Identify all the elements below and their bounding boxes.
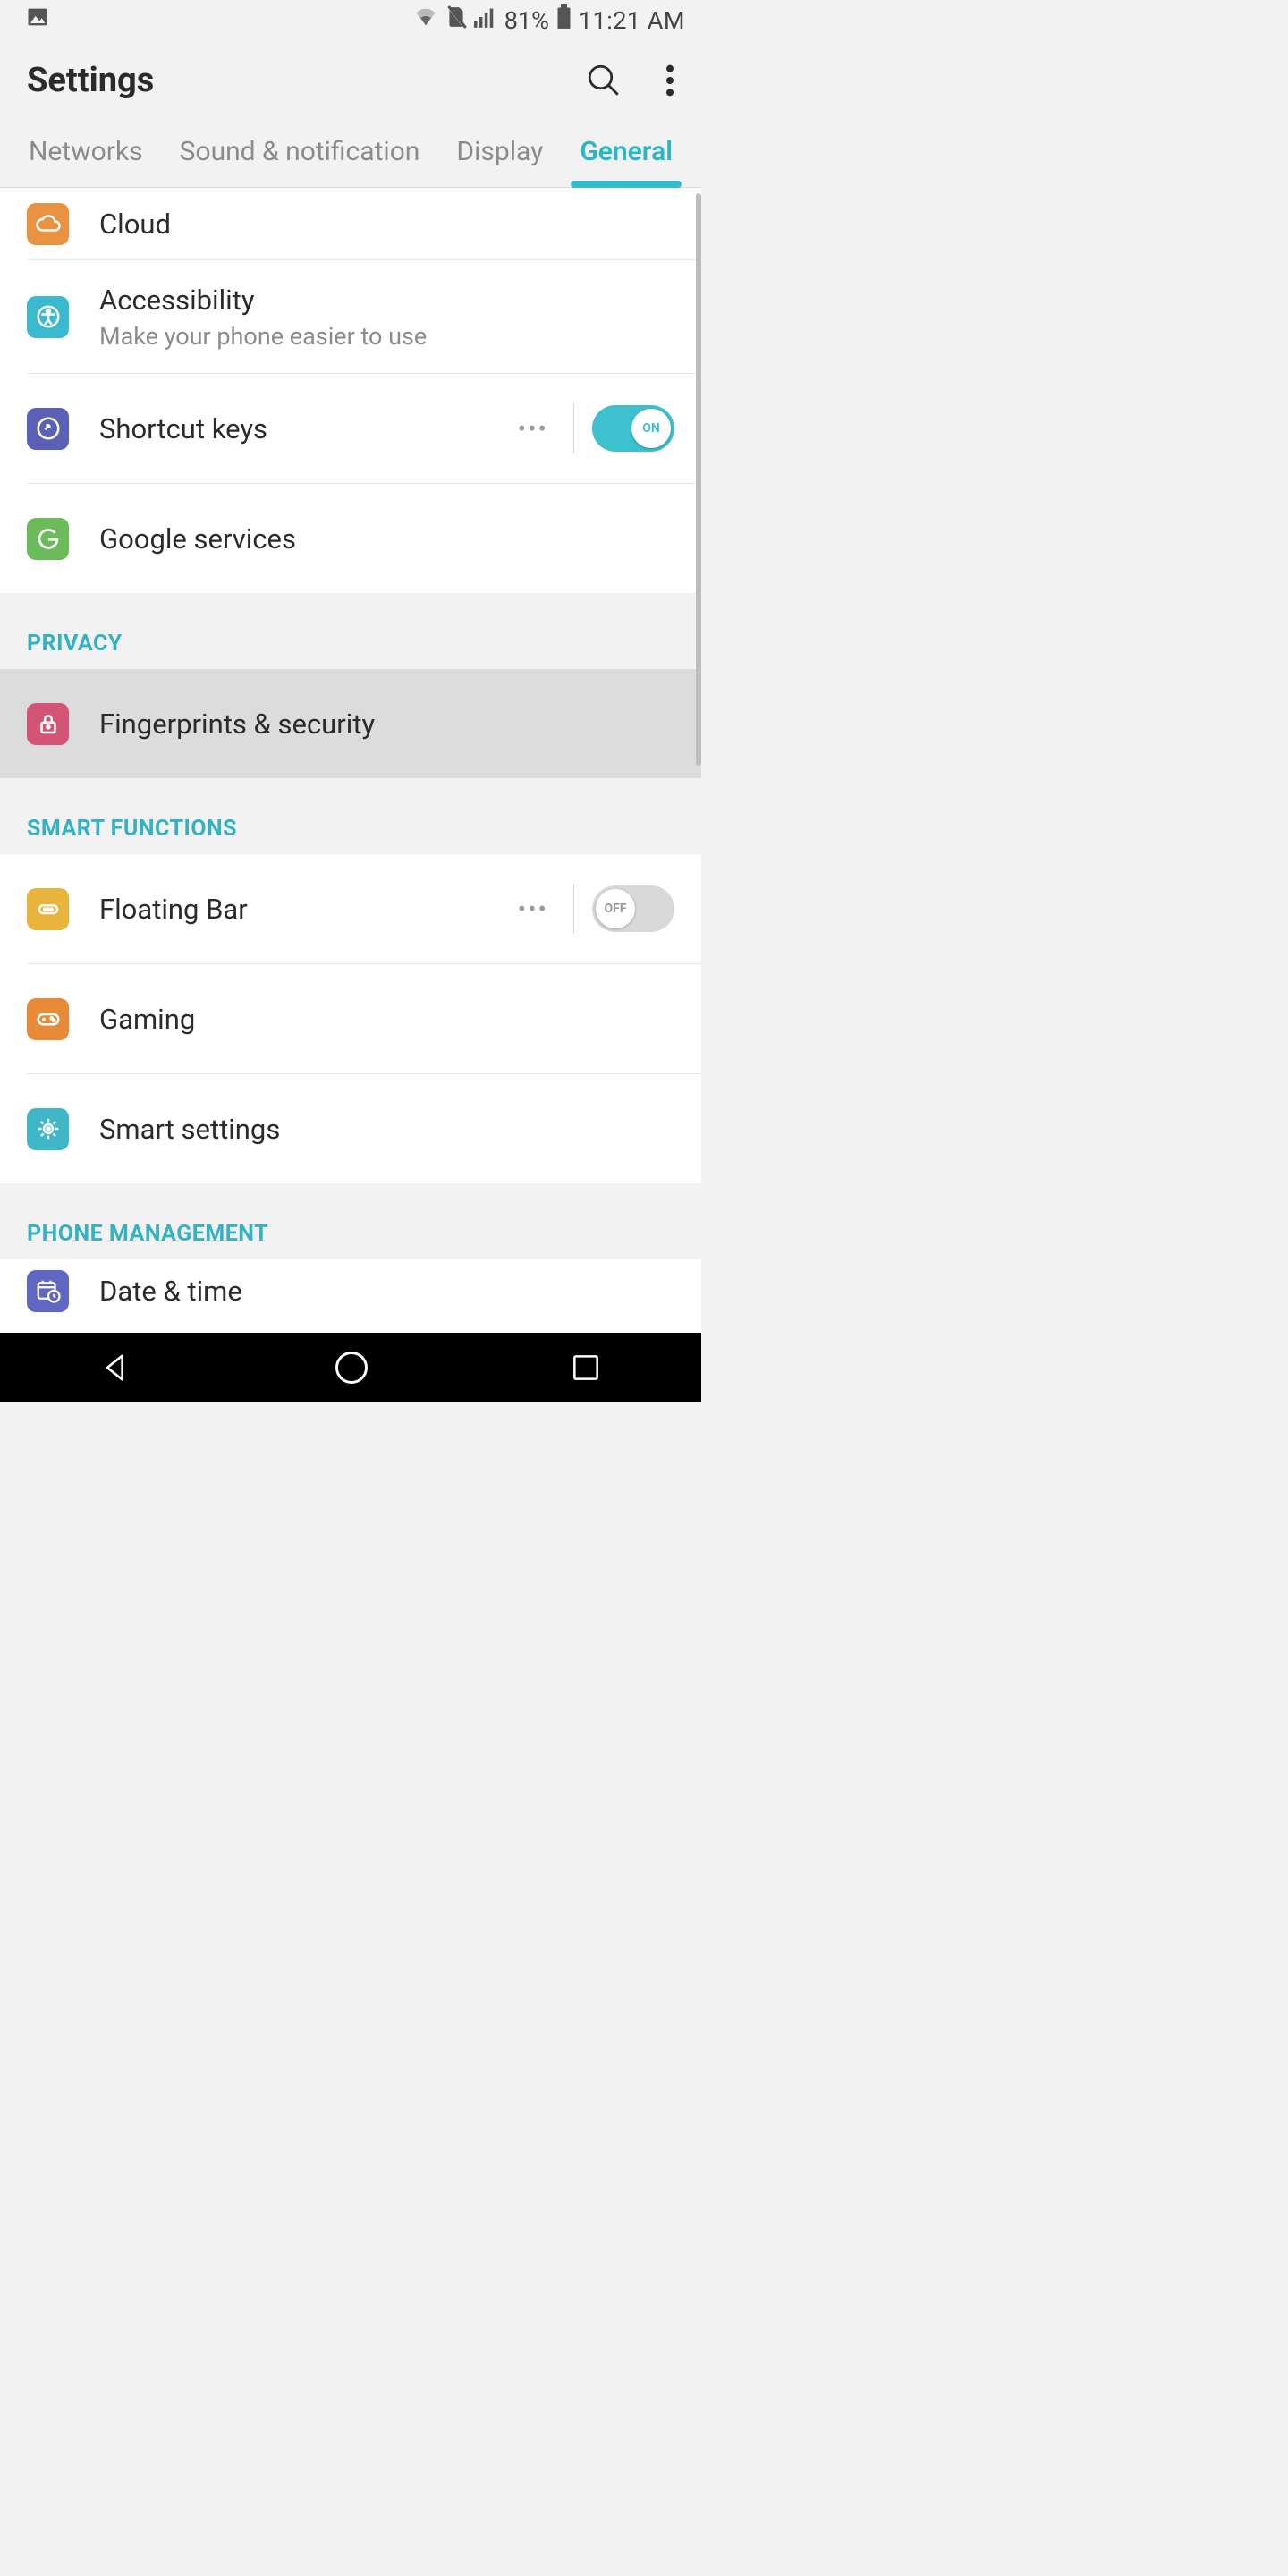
search-icon[interactable] xyxy=(585,62,623,99)
row-label: Gaming xyxy=(99,1003,674,1036)
row-label: Shortcut keys xyxy=(99,412,518,445)
battery-percent: 81% xyxy=(504,6,549,35)
back-button[interactable] xyxy=(98,1350,134,1385)
status-bar: 81% 11:21 AM xyxy=(0,0,701,40)
separator xyxy=(573,403,574,453)
row-google-services[interactable]: Google services xyxy=(0,484,701,593)
row-label: Fingerprints & security xyxy=(99,708,674,741)
settings-tabs: Networks Sound & notification Display Ge… xyxy=(0,121,701,188)
toggle-knob: ON xyxy=(631,409,671,448)
recent-apps-button[interactable] xyxy=(569,1351,603,1385)
calendar-clock-icon xyxy=(27,1270,69,1312)
floating-bar-toggle[interactable]: OFF xyxy=(592,886,674,932)
gaming-icon xyxy=(27,998,69,1040)
row-floating-bar[interactable]: Floating Bar ••• OFF xyxy=(0,854,701,963)
more-dots-icon[interactable]: ••• xyxy=(518,414,555,444)
home-button[interactable] xyxy=(332,1348,371,1387)
row-smart-settings[interactable]: Smart settings xyxy=(0,1074,701,1183)
row-subtitle: Make your phone easier to use xyxy=(99,322,674,351)
app-header: Settings xyxy=(0,40,701,121)
battery-icon xyxy=(556,4,572,36)
floating-bar-icon xyxy=(27,888,69,930)
row-date-time[interactable]: Date & time xyxy=(0,1259,701,1322)
row-shortcut-keys[interactable]: Shortcut keys ••• ON xyxy=(0,374,701,483)
more-dots-icon[interactable]: ••• xyxy=(518,894,555,924)
section-phone-management: PHONE MANAGEMENT xyxy=(0,1183,701,1259)
page-title: Settings xyxy=(27,61,154,100)
separator xyxy=(573,884,574,934)
row-label: Date & time xyxy=(99,1275,674,1308)
row-gaming[interactable]: Gaming xyxy=(0,964,701,1073)
section-smart-functions: SMART FUNCTIONS xyxy=(0,778,701,854)
shortcut-icon xyxy=(27,408,69,450)
image-notification-icon xyxy=(25,9,50,36)
tab-display[interactable]: Display xyxy=(456,136,543,187)
row-cloud[interactable]: Cloud xyxy=(0,188,701,259)
toggle-knob: OFF xyxy=(596,889,635,928)
tab-networks[interactable]: Networks xyxy=(29,136,143,187)
section-privacy: PRIVACY xyxy=(0,593,701,669)
clock-time: 11:21 AM xyxy=(579,6,685,35)
lock-icon xyxy=(27,703,69,745)
navigation-bar xyxy=(0,1333,701,1402)
row-label: Smart settings xyxy=(99,1113,674,1146)
row-label: Cloud xyxy=(99,208,674,241)
row-label: Floating Bar xyxy=(99,893,518,926)
smart-settings-icon xyxy=(27,1108,69,1150)
row-fingerprints-security[interactable]: Fingerprints & security xyxy=(0,669,701,778)
wifi-icon xyxy=(413,6,438,34)
no-sim-icon xyxy=(445,5,467,35)
tab-sound-notification[interactable]: Sound & notification xyxy=(180,136,420,187)
tab-general[interactable]: General xyxy=(580,136,673,187)
row-label: Google services xyxy=(99,522,674,555)
settings-list[interactable]: Cloud Accessibility Make your phone easi… xyxy=(0,188,701,1333)
signal-icon xyxy=(474,6,497,34)
google-icon xyxy=(27,518,69,560)
scroll-thumb[interactable] xyxy=(696,193,701,766)
cloud-icon xyxy=(27,203,69,245)
row-label: Accessibility xyxy=(99,284,674,317)
more-icon[interactable] xyxy=(665,62,674,99)
shortcut-toggle[interactable]: ON xyxy=(592,405,674,452)
row-accessibility[interactable]: Accessibility Make your phone easier to … xyxy=(0,260,701,373)
accessibility-icon xyxy=(27,296,69,338)
